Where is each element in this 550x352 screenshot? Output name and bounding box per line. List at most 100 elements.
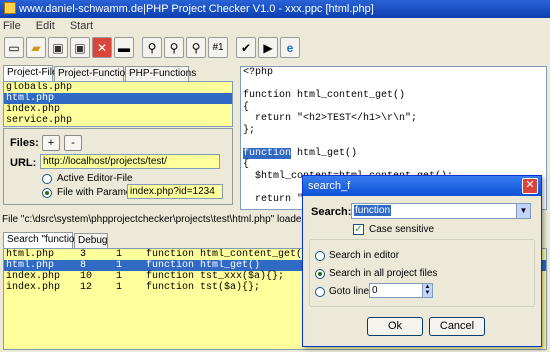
menu-edit[interactable]: Edit bbox=[36, 20, 55, 32]
code-line: return "<h2>TEST</h1>\r\n"; bbox=[243, 113, 418, 124]
case-sensitive-checkbox[interactable]: ✓ bbox=[353, 224, 364, 235]
add-file-button[interactable]: + bbox=[42, 135, 60, 151]
result-line: 10 bbox=[80, 271, 93, 282]
close-file-button[interactable]: ✕ bbox=[92, 37, 112, 58]
save-all-button[interactable]: ▣ bbox=[70, 37, 90, 58]
file-settings-panel: Files: + - URL: http://localhost/project… bbox=[3, 128, 233, 205]
tab-debug[interactable]: Debug bbox=[74, 233, 108, 248]
play-icon: ▶ bbox=[263, 40, 273, 55]
param-input[interactable]: index.php?id=1234 bbox=[127, 184, 223, 199]
dialog-title-bar[interactable]: search_f bbox=[303, 176, 541, 196]
menu-file[interactable]: File bbox=[3, 20, 21, 32]
result-line: 12 bbox=[80, 282, 93, 293]
replace-button[interactable]: ⚲ bbox=[186, 37, 206, 58]
url-label: URL: bbox=[10, 157, 37, 169]
result-line: 8 bbox=[80, 260, 87, 271]
magnifier-icon: ⚲ bbox=[147, 40, 157, 55]
new-file-button[interactable]: ▭ bbox=[4, 37, 24, 58]
check-button[interactable]: ✔ bbox=[236, 37, 256, 58]
dialog-close-button[interactable]: ✕ bbox=[522, 178, 538, 194]
code-line: { bbox=[243, 159, 250, 170]
file-param-radio[interactable] bbox=[42, 188, 52, 198]
list-item[interactable]: index.php bbox=[4, 104, 232, 115]
magnifier-replace-icon: ⚲ bbox=[191, 40, 201, 55]
goto-label: #1 bbox=[212, 41, 224, 53]
url-input[interactable]: http://localhost/projects/test/ bbox=[40, 154, 220, 169]
list-item[interactable]: html.php bbox=[4, 93, 232, 104]
result-col: 1 bbox=[116, 260, 123, 271]
result-text: function html_content_get() bbox=[146, 249, 309, 260]
result-text: function tst_xxx($a){}; bbox=[146, 271, 285, 282]
search-label: Search: bbox=[311, 206, 352, 218]
result-col: 1 bbox=[116, 271, 123, 282]
result-file: index.php bbox=[6, 271, 61, 282]
search-editor-label: Search in editor bbox=[329, 250, 400, 261]
folder-icon: ▰ bbox=[31, 40, 41, 55]
code-line: function html_content_get() bbox=[243, 90, 406, 101]
menu-start[interactable]: Start bbox=[70, 20, 93, 32]
monitor-icon: ▬ bbox=[118, 40, 130, 55]
result-col: 1 bbox=[116, 282, 123, 293]
window-title: www.daniel-schwamm.de|PHP Project Checke… bbox=[19, 3, 374, 15]
magnifier-plus-icon: ⚲ bbox=[169, 40, 179, 55]
floppy-icon: ▣ bbox=[52, 40, 64, 55]
code-line-highlighted: function html_get() bbox=[243, 147, 358, 159]
browser-button[interactable]: e bbox=[280, 37, 300, 58]
result-text: function tst($a){}; bbox=[146, 282, 261, 293]
search-all-radio[interactable] bbox=[315, 269, 325, 279]
open-button[interactable]: ▰ bbox=[26, 37, 46, 58]
project-file-list[interactable]: globals.php html.php index.php service.p… bbox=[3, 81, 233, 127]
list-item[interactable]: globals.php bbox=[4, 82, 232, 93]
search-editor-radio[interactable] bbox=[315, 251, 325, 261]
new-file-icon: ▭ bbox=[8, 40, 20, 55]
code-line: { bbox=[243, 101, 250, 113]
tab-project-functions[interactable]: Project-Functions bbox=[54, 66, 136, 81]
goto-line-value: 0 bbox=[372, 285, 378, 296]
tab-php-functions[interactable]: PHP-Functions bbox=[125, 66, 196, 81]
menu-bar: File Edit Start bbox=[0, 18, 550, 35]
checkmark-icon: ✔ bbox=[240, 40, 252, 55]
case-sensitive-label: Case sensitive bbox=[369, 224, 435, 235]
result-file: index.php bbox=[6, 282, 61, 293]
goto-line-radio[interactable] bbox=[315, 287, 325, 297]
app-icon bbox=[4, 2, 16, 14]
search-dropdown-button[interactable]: ▼ bbox=[516, 204, 530, 218]
result-file: html.php bbox=[6, 260, 55, 271]
active-editor-label: Active Editor-File bbox=[57, 173, 133, 184]
find-button[interactable]: ⚲ bbox=[142, 37, 162, 58]
run-button[interactable]: ▶ bbox=[258, 37, 278, 58]
save-button[interactable]: ▣ bbox=[48, 37, 68, 58]
result-col: 1 bbox=[116, 249, 123, 260]
goto-line-button[interactable]: #1 bbox=[208, 37, 228, 58]
dialog-title: search_f bbox=[308, 180, 351, 192]
search-match-highlight: function bbox=[243, 147, 292, 159]
tab-project-files[interactable]: Project-Files bbox=[3, 65, 63, 81]
code-line: <?php bbox=[243, 67, 274, 78]
search-input[interactable]: function ▼ bbox=[351, 203, 531, 219]
cancel-button[interactable]: Cancel bbox=[429, 317, 485, 336]
result-file: html.php bbox=[6, 249, 55, 260]
chevron-down-icon: ▼ bbox=[519, 206, 528, 215]
goto-line-label: Goto line: bbox=[329, 286, 372, 297]
code-line: }; bbox=[243, 124, 256, 136]
active-editor-radio[interactable] bbox=[42, 174, 52, 184]
close-icon: ✕ bbox=[525, 179, 535, 191]
spinner-arrows-icon[interactable]: ▲ ▼ bbox=[422, 284, 432, 297]
tab-search-results[interactable]: Search "function" bbox=[3, 232, 84, 248]
result-line: 3 bbox=[80, 249, 87, 260]
find-in-files-button[interactable]: ⚲ bbox=[164, 37, 184, 58]
list-item[interactable]: service.php bbox=[4, 115, 232, 126]
search-all-label: Search in all project files bbox=[329, 268, 438, 279]
ok-button[interactable]: Ok bbox=[367, 317, 423, 336]
close-icon: ✕ bbox=[96, 40, 108, 55]
files-label: Files: bbox=[10, 137, 39, 149]
print-button[interactable]: ▬ bbox=[114, 37, 134, 58]
search-dialog: search_f ✕ Search: function ▼ ✓ Case sen… bbox=[302, 175, 542, 347]
search-value: function bbox=[354, 205, 392, 216]
remove-file-button[interactable]: - bbox=[64, 135, 82, 151]
title-bar: www.daniel-schwamm.de|PHP Project Checke… bbox=[0, 0, 550, 18]
goto-line-spinner[interactable]: 0 ▲ ▼ bbox=[369, 283, 433, 298]
result-text: function html_get() bbox=[146, 260, 261, 271]
